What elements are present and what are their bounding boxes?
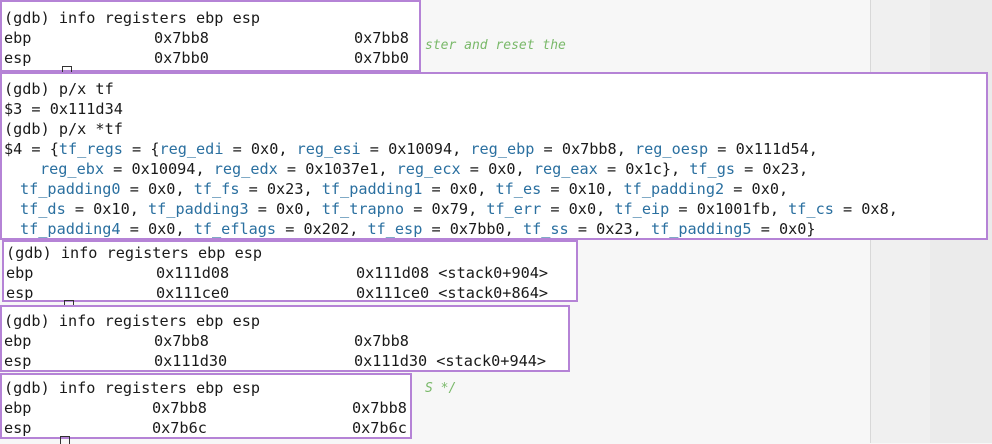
register-name: ebp [4, 29, 32, 47]
gdb-output-registers-1: (gdb) info registers ebp esp ebp 0x7bb8 0x… [0, 0, 421, 72]
register-row-esp: esp 0x111d30 0x111d30 <stack0+944> [4, 352, 547, 370]
register-row-ebp: ebp 0x7bb8 0x7bb8 [4, 28, 409, 48]
register-row-ebp: ebp 0x7bb8 0x7bb8 [4, 332, 409, 350]
gdb-prompt: (gdb) info registers ebp esp [6, 244, 263, 262]
struct-line-3: tf_padding0 = 0x0, tf_fs = 0x23, tf_padd… [20, 180, 789, 198]
struct-line-1: $4 = {tf_regs = {reg_edi = 0x0, reg_esi … [4, 140, 818, 158]
struct-line-4: tf_ds = 0x10, tf_padding3 = 0x0, tf_trap… [20, 200, 898, 218]
register-value: 0x7bb8 [354, 29, 409, 47]
gdb-prompt: (gdb) info registers ebp esp [4, 312, 261, 330]
register-row-esp: esp 0x7bb0 0x7bb0 [4, 48, 409, 68]
gdb-prompt: (gdb) info registers ebp esp [4, 379, 261, 397]
register-hex: 0x7bb0 [154, 49, 209, 67]
register-value: 0x7bb0 [354, 49, 409, 67]
gdb-prompt: (gdb) info registers ebp esp [4, 9, 261, 27]
editor-comment-line-2: S */ [425, 381, 457, 396]
register-row-esp: esp 0x111ce0 0x111ce0 <stack0+864> [6, 284, 549, 302]
gdb-output-registers-2: (gdb) info registers ebp esp ebp 0x111d08… [2, 240, 578, 302]
struct-line-2: reg_ebx = 0x10094, reg_edx = 0x1037e1, r… [40, 160, 809, 178]
register-row-ebp: ebp 0x111d08 0x111d08 <stack0+904> [6, 264, 549, 282]
gdb-command: (gdb) p/x tf [4, 80, 114, 98]
register-row-esp: esp 0x7b6c 0x7b6c [4, 419, 407, 437]
register-hex: 0x7bb8 [154, 29, 209, 47]
register-row-ebp: ebp 0x7bb8 0x7bb8 [4, 399, 407, 417]
gdb-result: $3 = 0x111d34 [4, 100, 123, 118]
gdb-output-registers-3: (gdb) info registers ebp esp ebp 0x7bb8 0x… [0, 305, 570, 372]
gdb-output-trapframe: (gdb) p/x tf $3 = 0x111d34 (gdb) p/x *tf… [0, 72, 988, 240]
editor-comment-line: ster and reset the [425, 38, 566, 53]
struct-line-5: tf_padding4 = 0x0, tf_eflags = 0x202, tf… [20, 220, 816, 238]
gdb-output-registers-4: (gdb) info registers ebp esp ebp 0x7bb8 0x… [0, 373, 412, 439]
register-name: esp [4, 49, 32, 67]
gdb-command: (gdb) p/x *tf [4, 120, 123, 138]
